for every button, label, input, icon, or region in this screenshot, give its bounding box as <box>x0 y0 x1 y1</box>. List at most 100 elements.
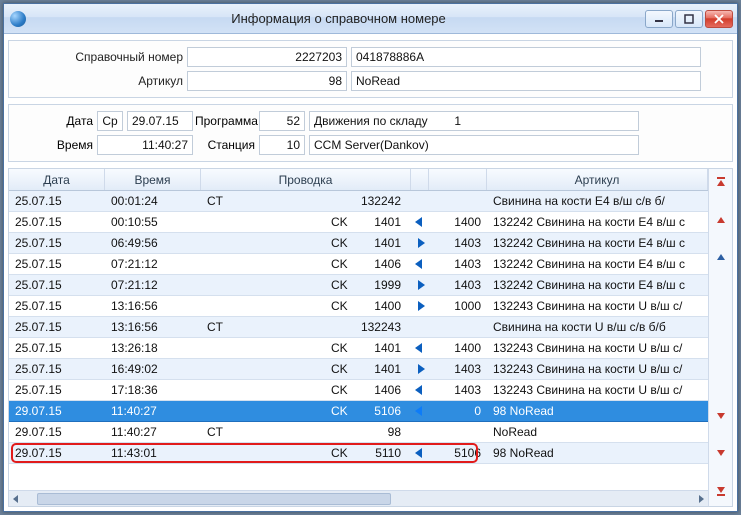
station-desc-field[interactable]: CCM Server(Dankov) <box>309 135 639 155</box>
cell-prov: CK 1400 <box>201 296 411 316</box>
table-row[interactable]: 25.07.1500:10:55CK14011400132242 Свинина… <box>9 212 708 233</box>
nav-page-up-icon[interactable] <box>713 211 729 227</box>
table-row[interactable]: 29.07.1511:40:27CT98NoRead <box>9 422 708 443</box>
scroll-left-icon[interactable] <box>9 492 23 506</box>
cell-time: 11:40:27 <box>105 422 201 442</box>
header-arrow[interactable] <box>411 169 429 190</box>
cell-dest: 5106 <box>429 443 487 463</box>
arrow-none-icon <box>411 191 429 211</box>
cell-time: 11:43:01 <box>105 443 201 463</box>
nav-last-icon[interactable] <box>713 484 729 500</box>
cell-dest: 1403 <box>429 254 487 274</box>
grid-header[interactable]: Дата Время Проводка Артикул <box>9 169 708 191</box>
cell-dest: 1400 <box>429 338 487 358</box>
nav-page-down-icon[interactable] <box>713 446 729 462</box>
nav-down-icon[interactable] <box>713 408 729 424</box>
cell-art: 132242 Свинина на кости E4 в/ш с <box>487 275 708 295</box>
table-row[interactable]: 25.07.1513:16:56CT132243Свинина на кости… <box>9 317 708 338</box>
article-num-field[interactable]: 98 <box>187 71 347 91</box>
ref-num-field[interactable]: 2227203 <box>187 47 347 67</box>
header-art[interactable]: Артикул <box>487 169 708 190</box>
cell-date: 25.07.15 <box>9 233 105 253</box>
header-time[interactable]: Время <box>105 169 201 190</box>
table-row[interactable]: 29.07.1511:40:27CK5106098 NoRead <box>9 401 708 422</box>
cell-date: 25.07.15 <box>9 359 105 379</box>
cell-dest <box>429 191 487 211</box>
cell-art: NoRead <box>487 422 708 442</box>
time-field[interactable]: 11:40:27 <box>97 135 193 155</box>
scroll-track[interactable] <box>37 492 680 506</box>
prov-num: 1400 <box>361 299 401 313</box>
nav-first-icon[interactable] <box>713 173 729 189</box>
table-row[interactable]: 25.07.1513:16:56CK14001000132243 Свинина… <box>9 296 708 317</box>
cell-prov: CK1401 <box>201 359 411 379</box>
date-field[interactable]: 29.07.15 <box>127 111 193 131</box>
prov-num: 1401 <box>361 341 401 355</box>
prov-num: 1401 <box>361 236 401 250</box>
cell-dest: 1403 <box>429 233 487 253</box>
cell-prov: CK1401 <box>201 338 411 358</box>
dow-field[interactable]: Ср <box>97 111 123 131</box>
info-panel: Дата Ср 29.07.15 Программа 52 Движения п… <box>8 104 733 162</box>
program-label: Программа <box>195 114 259 128</box>
prov-num: 5110 <box>361 446 401 460</box>
grid: Дата Время Проводка Артикул 25.07.1500:0… <box>8 168 733 507</box>
scroll-right-icon[interactable] <box>694 492 708 506</box>
prov-type: CT <box>207 320 231 334</box>
close-button[interactable] <box>705 10 733 28</box>
prov-num: 1401 <box>361 215 401 229</box>
table-row[interactable]: 25.07.1513:26:18CK14011400132243 Свинина… <box>9 338 708 359</box>
scroll-thumb[interactable] <box>37 493 391 505</box>
cell-prov: CK 1401 <box>201 212 411 232</box>
window-title: Информация о справочном номере <box>32 11 645 26</box>
prov-type: CK <box>331 299 355 313</box>
table-row[interactable]: 25.07.1507:21:12CK19991403132242 Свинина… <box>9 275 708 296</box>
table-row[interactable]: 25.07.1516:49:02CK14011403132243 Свинина… <box>9 359 708 380</box>
arrow-right-icon <box>411 296 429 316</box>
cell-time: 00:01:24 <box>105 191 201 211</box>
program-num-field[interactable]: 52 <box>259 111 305 131</box>
table-row[interactable]: 25.07.1507:21:12CK14061403132242 Свинина… <box>9 254 708 275</box>
maximize-button[interactable] <box>675 10 703 28</box>
arrow-none-icon <box>411 317 429 337</box>
cell-date: 25.07.15 <box>9 212 105 232</box>
prov-type: CK <box>331 215 355 229</box>
cell-dest: 1403 <box>429 275 487 295</box>
cell-dest: 1400 <box>429 212 487 232</box>
prov-num: 98 <box>237 425 401 439</box>
cell-time: 17:18:36 <box>105 380 201 400</box>
minimize-button[interactable] <box>645 10 673 28</box>
cell-prov: CK5106 <box>201 401 411 421</box>
cell-art: 132242 Свинина на кости E4 в/ш с <box>487 233 708 253</box>
grid-body[interactable]: 25.07.1500:01:24CT132242Свинина на кости… <box>9 191 708 490</box>
header-date[interactable]: Дата <box>9 169 105 190</box>
station-label: Станция <box>195 138 259 152</box>
prov-num: 132242 <box>237 194 401 208</box>
prov-type: CK <box>331 383 355 397</box>
arrow-right-icon <box>411 233 429 253</box>
cell-prov: CT98 <box>201 422 411 442</box>
time-label: Время <box>17 138 97 152</box>
table-row[interactable]: 25.07.1506:49:56CK14011403132242 Свинина… <box>9 233 708 254</box>
cell-prov: CK1406 <box>201 380 411 400</box>
program-desc-field[interactable]: Движения по складу 1 <box>309 111 639 131</box>
article-value-field[interactable]: NoRead <box>351 71 701 91</box>
table-row[interactable]: 25.07.1500:01:24CT132242Свинина на кости… <box>9 191 708 212</box>
cell-date: 25.07.15 <box>9 380 105 400</box>
horizontal-scrollbar[interactable] <box>9 490 708 506</box>
station-num-field[interactable]: 10 <box>259 135 305 155</box>
ref-panel: Справочный номер 2227203 041878886A Арти… <box>8 40 733 98</box>
header-dest[interactable] <box>429 169 487 190</box>
arrow-none-icon <box>411 422 429 442</box>
table-row[interactable]: 29.07.1511:43:01CK5110510698 NoRead <box>9 443 708 464</box>
arrow-left-icon <box>411 443 429 463</box>
table-row[interactable]: 25.07.1517:18:36CK14061403132243 Свинина… <box>9 380 708 401</box>
cell-date: 25.07.15 <box>9 317 105 337</box>
ref-value-field[interactable]: 041878886A <box>351 47 701 67</box>
header-prov[interactable]: Проводка <box>201 169 411 190</box>
nav-up-icon[interactable] <box>713 249 729 265</box>
cell-art: 132243 Свинина на кости U в/ш с/ <box>487 338 708 358</box>
titlebar[interactable]: Информация о справочном номере <box>4 4 737 34</box>
arrow-left-icon <box>411 380 429 400</box>
prov-num: 1999 <box>361 278 401 292</box>
